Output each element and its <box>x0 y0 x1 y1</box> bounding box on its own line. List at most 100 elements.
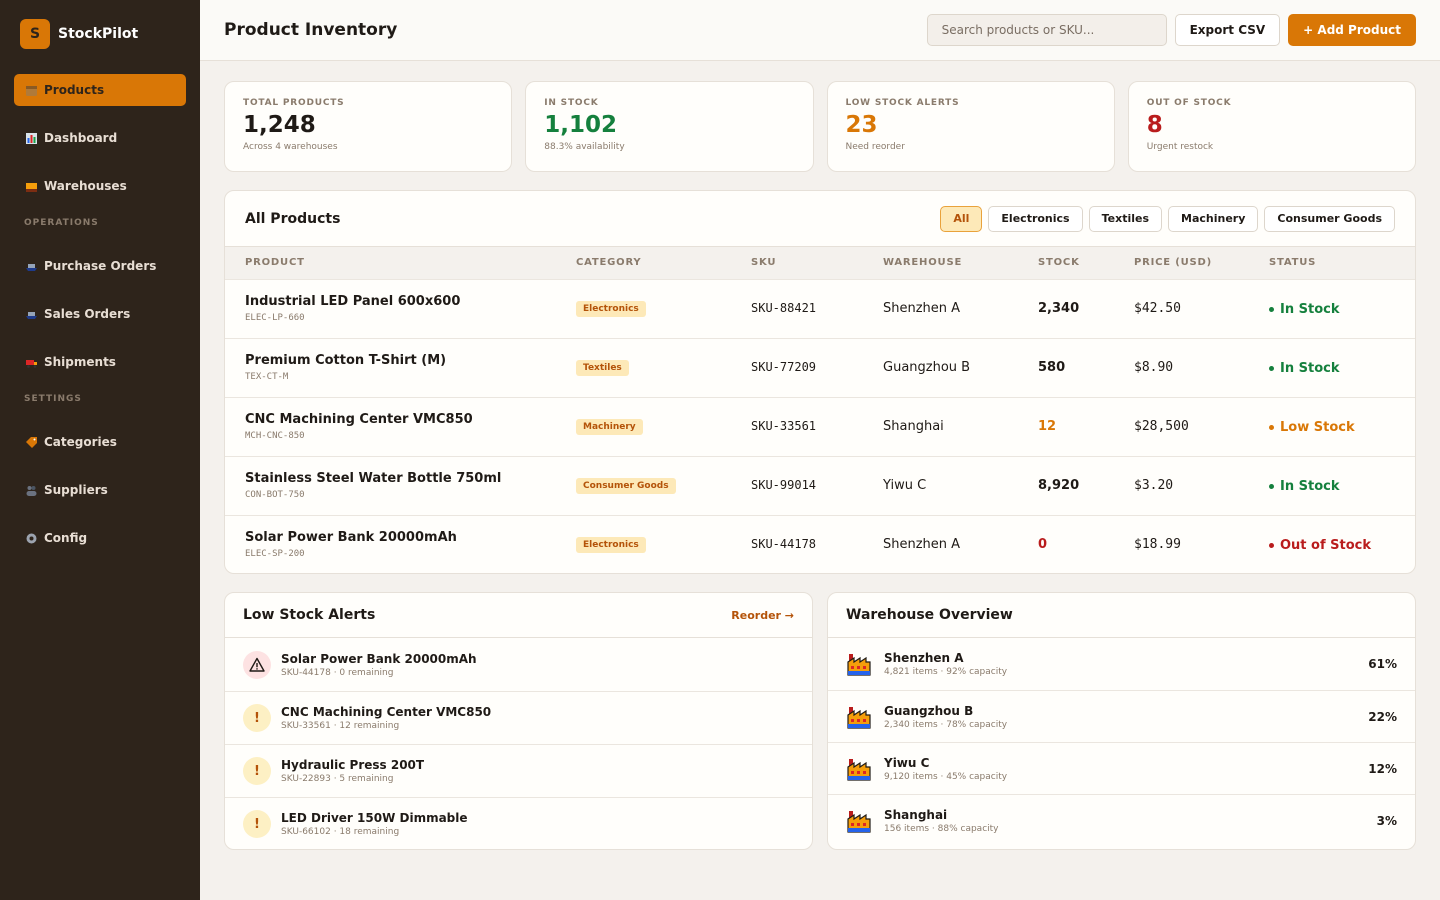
sku-cell: SKU-99014 <box>731 456 863 515</box>
sidebar-item-categories[interactable]: Categories <box>14 426 186 458</box>
status-cell: In Stock <box>1249 279 1415 338</box>
brand-logo: S <box>20 19 50 49</box>
table-header-row: PRODUCT CATEGORY SKU WAREHOUSE STOCK PRICE (U… <box>225 247 1415 279</box>
reorder-link[interactable]: Reorder → <box>731 609 794 622</box>
price-cell: $42.50 <box>1114 279 1249 338</box>
list-item[interactable]: Solar Power Bank 20000mAh SKU-44178 · 0 r… <box>225 638 812 691</box>
stock-value: 580 <box>1038 360 1066 375</box>
alert-info: CNC Machining Center VMC850 SKU-33561 · 1… <box>281 705 491 731</box>
users-icon <box>25 484 38 497</box>
column-header-sku: SKU <box>751 257 777 269</box>
category-cell: Electronics <box>556 279 731 338</box>
list-item[interactable]: Shenzhen A 4,821 items · 92% capacity 61% <box>828 638 1415 690</box>
nav-section-label: OPERATIONS <box>24 218 99 228</box>
alert-product-name: LED Driver 150W Dimmable <box>281 811 468 825</box>
alert-info: Solar Power Bank 20000mAh SKU-44178 · 0 r… <box>281 652 477 678</box>
main: Product Inventory Export CSV + Add Produ… <box>200 0 1440 900</box>
category-cell: Textiles <box>556 338 731 397</box>
price-value: $8.90 <box>1134 360 1174 375</box>
low-stock-list: Solar Power Bank 20000mAh SKU-44178 · 0 r… <box>225 638 812 849</box>
product-name: Stainless Steel Water Bottle 750ml <box>245 471 502 486</box>
warehouse-percent: 12% <box>1368 761 1397 776</box>
status-text: In Stock <box>1280 478 1340 494</box>
product-code: ELEC-LP-660 <box>245 313 305 323</box>
status-dot-icon <box>1269 365 1274 371</box>
table-row[interactable]: Solar Power Bank 20000mAh ELEC-SP-200 Elec… <box>225 515 1415 573</box>
stat-label: TOTAL PRODUCTS <box>243 98 345 108</box>
product-code: TEX-CT-M <box>245 372 289 382</box>
status-badge: Low Stock <box>1269 420 1355 435</box>
exclamation-icon: ! <box>243 704 271 732</box>
product-cell: Solar Power Bank 20000mAh ELEC-SP-200 <box>225 515 556 573</box>
stat-subtext: Need reorder <box>845 142 905 152</box>
low-stock-panel: Low Stock Alerts Reorder → Solar Power B… <box>224 592 813 850</box>
stock-cell: 8,920 <box>1018 456 1114 515</box>
table-row[interactable]: Stainless Steel Water Bottle 750ml CON-BO… <box>225 456 1415 515</box>
sku-cell: SKU-44178 <box>731 515 863 573</box>
sidebar-item-label: Config <box>44 531 88 545</box>
products-table: PRODUCT CATEGORY SKU WAREHOUSE STOCK PRICE (U… <box>225 247 1415 573</box>
stat-card-out-of-stock: OUT OF STOCK 8 Urgent restock <box>1127 81 1416 172</box>
truck-icon <box>25 356 38 369</box>
warehouse-header: Warehouse Overview <box>828 593 1415 638</box>
status-dot-icon <box>1269 542 1274 548</box>
exclamation-icon: ! <box>243 757 271 785</box>
list-item[interactable]: Guangzhou B 2,340 items · 78% capacity 22% <box>828 690 1415 742</box>
sidebar-item-label: Shipments <box>44 355 116 369</box>
sidebar-item-label: Sales Orders <box>44 307 131 321</box>
sidebar-item-warehouses[interactable]: Warehouses <box>14 170 186 202</box>
table-row[interactable]: CNC Machining Center VMC850 MCH-CNC-850 Ma… <box>225 397 1415 456</box>
product-cell: CNC Machining Center VMC850 MCH-CNC-850 <box>225 397 556 456</box>
stat-card-low-stock-alerts: LOW STOCK ALERTS 23 Need reorder <box>826 81 1115 172</box>
filter-textiles[interactable]: Textiles <box>1088 205 1163 232</box>
list-item[interactable]: ! Hydraulic Press 200T SKU-22893 · 5 remai… <box>225 744 812 797</box>
warehouse-info: Shanghai 156 items · 88% capacity <box>884 808 1377 834</box>
nav-section-label: SETTINGS <box>24 394 82 404</box>
low-stock-title: Low Stock Alerts <box>243 607 376 623</box>
sidebar-item-dashboard[interactable]: Dashboard <box>14 122 186 154</box>
table-row[interactable]: Industrial LED Panel 600x600 ELEC-LP-660 E… <box>225 279 1415 338</box>
warehouse-detail: 9,120 items · 45% capacity <box>884 771 1008 782</box>
table-row[interactable]: Premium Cotton T-Shirt (M) TEX-CT-M Textil… <box>225 338 1415 397</box>
sidebar-item-label: Suppliers <box>44 483 108 497</box>
products-card: All Products All Electronics Textiles Machi… <box>224 190 1416 574</box>
stat-card-total-products: TOTAL PRODUCTS 1,248 Across 4 warehouses <box>224 81 513 172</box>
export-csv-button[interactable]: Export CSV <box>1174 14 1281 46</box>
sidebar-item-config[interactable]: Config <box>14 522 186 554</box>
sidebar-item-label: Categories <box>44 435 117 449</box>
alert-detail: SKU-44178 · 0 remaining <box>281 667 394 678</box>
status-dot-icon <box>1269 424 1274 430</box>
filter-all[interactable]: All <box>940 205 983 232</box>
sku-text: SKU-88421 <box>751 301 817 315</box>
stock-value: 12 <box>1038 419 1057 434</box>
status-dot-icon <box>1269 306 1274 312</box>
sidebar-item-products[interactable]: Products <box>14 74 186 106</box>
sidebar-item-suppliers[interactable]: Suppliers <box>14 474 186 506</box>
filter-machinery[interactable]: Machinery <box>1168 205 1259 232</box>
warehouse-cell: Shenzhen A <box>863 515 1018 573</box>
filter-consumer-goods[interactable]: Consumer Goods <box>1264 205 1395 232</box>
list-item[interactable]: ! LED Driver 150W Dimmable SKU-66102 · 18 … <box>225 797 812 849</box>
column-header-stock: STOCK <box>1038 257 1080 269</box>
sidebar-item-label: Products <box>44 83 105 97</box>
sku-text: SKU-44178 <box>751 537 817 552</box>
sidebar-item-shipments[interactable]: Shipments <box>14 346 186 378</box>
add-product-button[interactable]: + Add Product <box>1288 14 1416 46</box>
sidebar-item-purchase-orders[interactable]: Purchase Orders <box>14 250 186 282</box>
warehouse-percent: 61% <box>1368 657 1397 671</box>
sidebar-item-sales-orders[interactable]: Sales Orders <box>14 298 186 330</box>
category-cell: Machinery <box>556 397 731 456</box>
filter-electronics[interactable]: Electronics <box>988 205 1083 232</box>
warehouse-list: Shenzhen A 4,821 items · 92% capacity 61% G… <box>828 638 1415 846</box>
list-item[interactable]: Shanghai 156 items · 88% capacity 3% <box>828 794 1415 846</box>
warehouse-name: Shenzhen A <box>884 651 964 665</box>
bottom-panels: Low Stock Alerts Reorder → Solar Power B… <box>224 592 1416 850</box>
sku-text: SKU-33561 <box>751 419 817 433</box>
search-input[interactable] <box>926 14 1167 46</box>
warning-triangle-icon <box>243 650 271 679</box>
list-item[interactable]: Yiwu C 9,120 items · 45% capacity 12% <box>828 742 1415 794</box>
list-item[interactable]: ! CNC Machining Center VMC850 SKU-33561 · … <box>225 691 812 744</box>
status-text: Low Stock <box>1280 419 1355 435</box>
product-name: Industrial LED Panel 600x600 <box>245 294 461 309</box>
exclamation-icon: ! <box>243 810 271 838</box>
